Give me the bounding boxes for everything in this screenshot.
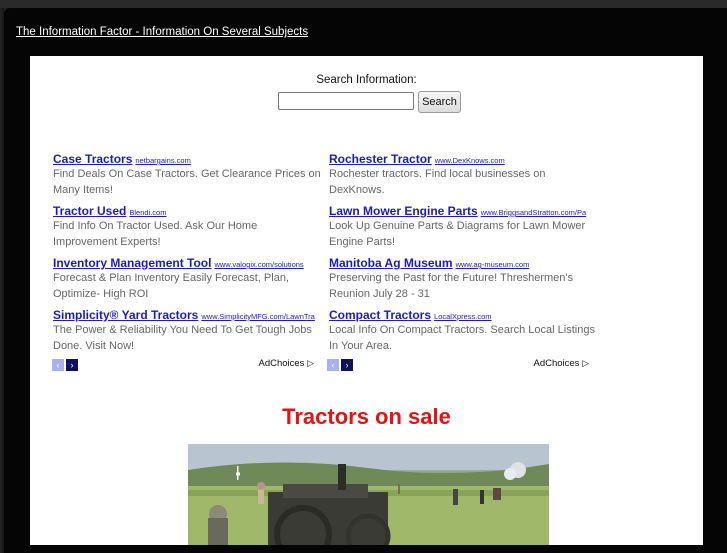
adchoices-label: AdChoices [258,358,305,369]
ad-description: The Power & Reliability You Need To Get … [53,324,312,352]
adchoices-icon: ▷ [307,358,314,368]
tractor-photo-drawing [188,444,549,545]
ad-url-link[interactable]: www.valogix.com/solutions [214,260,303,269]
ad-unit: Rochester Tractor www.DexKnows.com Roches… [329,150,599,202]
ad-url-link[interactable]: www.DexKnows.com [435,156,505,165]
ad-description: Look Up Genuine Parts & Diagrams for Law… [329,220,586,248]
ad-unit: Inventory Management Tool www.valogix.com… [53,254,323,306]
ad-unit: Case Tractors netbargains.com Find Deals … [53,150,323,202]
ad-url-link[interactable]: www.ag-museum.com [456,260,530,269]
content-panel: Search Information: Search Case Tractors… [30,56,703,545]
ad-description: Preserving the Past for the Future! Thre… [329,272,574,300]
ad-title-link[interactable]: Manitoba Ag Museum [329,256,453,270]
ad-title-link[interactable]: Lawn Mower Engine Parts [329,204,478,218]
ad-unit: Compact Tractors LocalXpress.com Local In… [329,306,599,358]
search-label: Search Information: [316,74,417,86]
adchoices-label: AdChoices [533,358,580,369]
adchoices-link[interactable]: AdChoices ▷ [533,358,589,369]
ad-unit: Lawn Mower Engine Parts www.BriggsandStra… [329,202,599,254]
ad-column-left: Case Tractors netbargains.com Find Deals … [53,150,323,358]
page-heading: Tractors on sale [282,404,451,429]
ad-prev-icon[interactable]: ‹ [52,359,64,371]
top-strip [0,0,727,8]
ad-title-link[interactable]: Case Tractors [53,152,132,166]
ad-title-link[interactable]: Rochester Tractor [329,152,432,166]
ad-unit: Manitoba Ag Museum www.ag-museum.com Pres… [329,254,599,306]
ad-url-link[interactable]: netbargains.com [135,156,190,165]
ad-unit: Simplicity® Yard Tractors www.SimplicityM… [53,306,323,358]
ad-column-right: Rochester Tractor www.DexKnows.com Roches… [329,150,599,358]
ad-url-link[interactable]: LocalXpress.com [434,312,492,321]
ad-url-link[interactable]: www.BriggsandStratton.com/Pa [481,208,586,217]
ad-url-link[interactable]: www.SimplicityMFG.com/LawnTra [201,312,315,321]
ad-description: Local Info On Compact Tractors. Search L… [329,324,595,352]
ad-title-link[interactable]: Compact Tractors [329,308,431,322]
ad-nav-left: ‹ › AdChoices ▷ [52,358,314,372]
ad-description: Find Deals On Case Tractors. Get Clearan… [53,168,321,196]
ad-title-link[interactable]: Simplicity® Yard Tractors [53,308,198,322]
ad-next-icon[interactable]: › [66,359,78,371]
adchoices-link[interactable]: AdChoices ▷ [258,358,314,369]
site-title-link[interactable]: The Information Factor - Information On … [16,26,308,38]
ad-next-icon[interactable]: › [341,359,353,371]
ad-title-link[interactable]: Inventory Management Tool [53,256,211,270]
ad-description: Find Info On Tractor Used. Ask Our Home … [53,220,258,248]
tractor-photo [188,444,549,545]
ad-nav-right: ‹ › AdChoices ▷ [327,358,589,372]
ad-description: Forecast & Plan Inventory Easily Forecas… [53,272,289,300]
ad-description: Rochester tractors. Find local businesse… [329,168,546,196]
ad-url-link[interactable]: Blendi.com [129,208,166,217]
search-button[interactable]: Search [418,91,461,113]
ad-unit: Tractor Used Blendi.com Find Info On Trac… [53,202,323,254]
search-input[interactable] [278,92,414,110]
ad-title-link[interactable]: Tractor Used [53,204,126,218]
ad-prev-icon[interactable]: ‹ [327,359,339,371]
adchoices-icon: ▷ [582,358,589,368]
